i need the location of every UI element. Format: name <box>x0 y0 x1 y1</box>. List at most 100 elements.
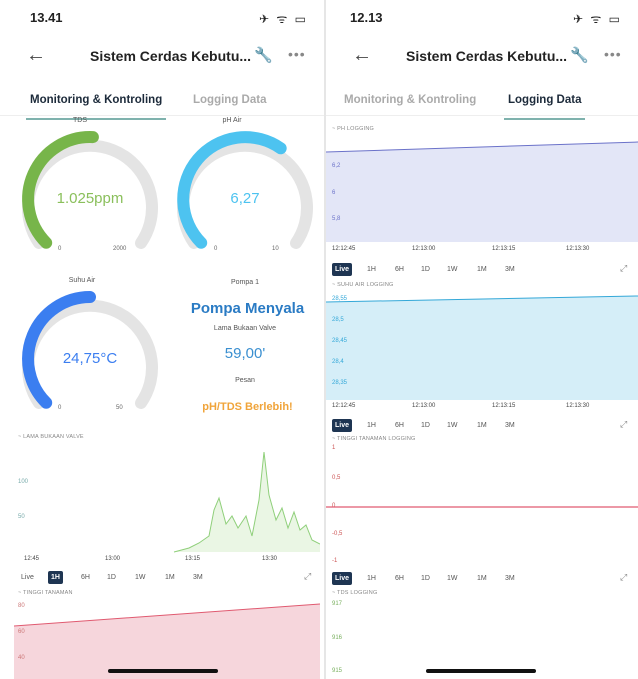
valve-label: Lama Bukaan Valve <box>213 325 277 332</box>
tab-logging[interactable]: Logging Data <box>193 94 266 106</box>
status-bar: 12.13 ✈ ᯤ ▭ <box>326 0 638 34</box>
y-tick-label: 28,35 <box>332 380 348 386</box>
gauge-max: 10 <box>272 246 279 252</box>
gauge-suhu-value: 24,75°C <box>62 350 118 367</box>
range-live-button[interactable]: Live <box>332 263 353 276</box>
valve-area <box>14 452 320 552</box>
y-tick-label: 1 <box>332 445 336 451</box>
range-live-button[interactable]: Live <box>332 419 353 432</box>
gauge-label: pH Air <box>222 117 242 124</box>
y-tick-label: 6,2 <box>332 163 341 169</box>
gauge-min: 0 <box>58 405 62 411</box>
phone-monitoring: 13.41 ✈ ᯤ ▭ ← Sistem Cerdas Kebutu... 🔧 … <box>0 0 324 679</box>
range-6h-button[interactable]: 6H <box>392 419 407 432</box>
range-1m-button[interactable]: 1M <box>162 571 178 584</box>
range-6h-button[interactable]: 6H <box>392 263 407 276</box>
expand-icon[interactable]: ⤢ <box>620 263 627 274</box>
x-tick-label: 12:12:45 <box>332 403 356 409</box>
range-selector: Live 1H 6H 1D 1W 1M 3M ⤢ <box>332 419 632 433</box>
nav-bar: ← Sistem Cerdas Kebutu... 🔧 ••• <box>326 34 638 80</box>
x-tick-label: 13:30 <box>262 556 278 562</box>
y-tick-label: 917 <box>332 601 343 607</box>
range-1d-button[interactable]: 1D <box>418 572 433 585</box>
status-bar: 13.41 ✈ ᯤ ▭ <box>0 0 324 34</box>
range-1w-button[interactable]: 1W <box>444 419 461 432</box>
range-selector: Live 1H 6H 1D 1W 1M 3M ⤢ <box>18 571 318 585</box>
tab-logging[interactable]: Logging Data <box>504 94 586 120</box>
range-1d-button[interactable]: 1D <box>418 263 433 276</box>
back-arrow-icon[interactable]: ← <box>352 44 372 67</box>
range-1m-button[interactable]: 1M <box>474 572 490 585</box>
x-tick-label: 13:15 <box>185 556 201 562</box>
gauge-max: 2000 <box>113 246 127 252</box>
home-indicator <box>426 669 536 673</box>
y-tick-label: 28,55 <box>332 296 348 302</box>
x-tick-label: 12:13:30 <box>566 403 590 409</box>
tab-monitoring[interactable]: Monitoring & Kontroling <box>344 94 476 106</box>
status-time: 13.41 <box>30 10 63 25</box>
warning-message: pH/TDS Berlebih! <box>202 401 293 413</box>
expand-icon[interactable]: ⤢ <box>620 419 627 430</box>
tab-monitoring[interactable]: Monitoring & Kontroling <box>26 94 167 120</box>
range-1w-button[interactable]: 1W <box>132 571 149 584</box>
gauge-min: 0 <box>214 246 218 252</box>
page-title: Sistem Cerdas Kebutu... <box>90 48 252 64</box>
tinggi-chart-plot <box>326 506 638 508</box>
range-live-button[interactable]: Live <box>18 571 37 584</box>
tab-underline <box>504 118 586 120</box>
range-1w-button[interactable]: 1W <box>444 572 461 585</box>
wrench-icon[interactable]: 🔧 <box>570 46 589 64</box>
range-6h-button[interactable]: 6H <box>392 572 407 585</box>
y-tick-label: 40 <box>18 655 25 661</box>
phone-logging: 12.13 ✈ ᯤ ▭ ← Sistem Cerdas Kebutu... 🔧 … <box>326 0 638 679</box>
x-tick-label: 12:12:45 <box>332 246 356 252</box>
x-tick-label: 12:45 <box>24 556 40 562</box>
more-icon[interactable]: ••• <box>604 46 622 62</box>
more-icon[interactable]: ••• <box>288 46 306 62</box>
y-tick-label: 28,5 <box>332 317 344 323</box>
gauge-label: Suhu Air <box>68 277 96 284</box>
range-3m-button[interactable]: 3M <box>502 572 518 585</box>
x-tick-label: 12:13:30 <box>566 246 590 252</box>
y-tick-label: 5,8 <box>332 216 341 222</box>
status-icons: ✈ ᯤ ▭ <box>572 12 622 26</box>
range-1h-button[interactable]: 1H <box>364 572 379 585</box>
range-3m-button[interactable]: 3M <box>502 263 518 276</box>
range-1h-button[interactable]: 1H <box>364 263 379 276</box>
tab-label: Monitoring & Kontroling <box>30 94 163 106</box>
range-6h-button[interactable]: 6H <box>78 571 93 584</box>
range-1d-button[interactable]: 1D <box>104 571 119 584</box>
y-tick-label: 60 <box>18 629 25 635</box>
y-tick-label: 6 <box>332 190 336 196</box>
tab-bar: Monitoring & Kontroling Logging Data <box>0 80 324 120</box>
wrench-icon[interactable]: 🔧 <box>254 46 273 64</box>
height-chart-plot <box>14 603 320 679</box>
y-tick-label: -0,5 <box>332 531 343 537</box>
y-tick-label: -1 <box>332 558 338 564</box>
y-tick-label: 28,45 <box>332 338 348 344</box>
x-tick-label: 13:00 <box>105 556 121 562</box>
chart-title: ~ TINGGI TANAMAN <box>18 590 73 596</box>
range-selector: Live 1H 6H 1D 1W 1M 3M ⤢ <box>332 263 632 277</box>
range-1h-button[interactable]: 1H <box>364 419 379 432</box>
status-icons: ✈ ᯤ ▭ <box>258 12 308 26</box>
chart-title: ~ SUHU AIR LOGGING <box>332 282 394 288</box>
pump-state: Pompa Menyala <box>190 300 305 317</box>
valve-chart-plot <box>14 451 320 553</box>
range-1w-button[interactable]: 1W <box>444 263 461 276</box>
nav-bar: ← Sistem Cerdas Kebutu... 🔧 ••• <box>0 34 324 80</box>
range-1h-button[interactable]: 1H <box>48 571 63 584</box>
x-tick-label: 12:13:00 <box>412 403 436 409</box>
expand-icon[interactable]: ⤢ <box>620 572 627 583</box>
range-1d-button[interactable]: 1D <box>418 419 433 432</box>
range-3m-button[interactable]: 3M <box>502 419 518 432</box>
range-3m-button[interactable]: 3M <box>190 571 206 584</box>
range-selector: Live 1H 6H 1D 1W 1M 3M ⤢ <box>332 572 632 586</box>
range-1m-button[interactable]: 1M <box>474 419 490 432</box>
range-1m-button[interactable]: 1M <box>474 263 490 276</box>
x-tick-label: 12:13:00 <box>412 246 436 252</box>
back-arrow-icon[interactable]: ← <box>26 44 46 67</box>
gauge-min: 0 <box>58 246 62 252</box>
expand-icon[interactable]: ⤢ <box>304 571 311 582</box>
range-live-button[interactable]: Live <box>332 572 353 585</box>
